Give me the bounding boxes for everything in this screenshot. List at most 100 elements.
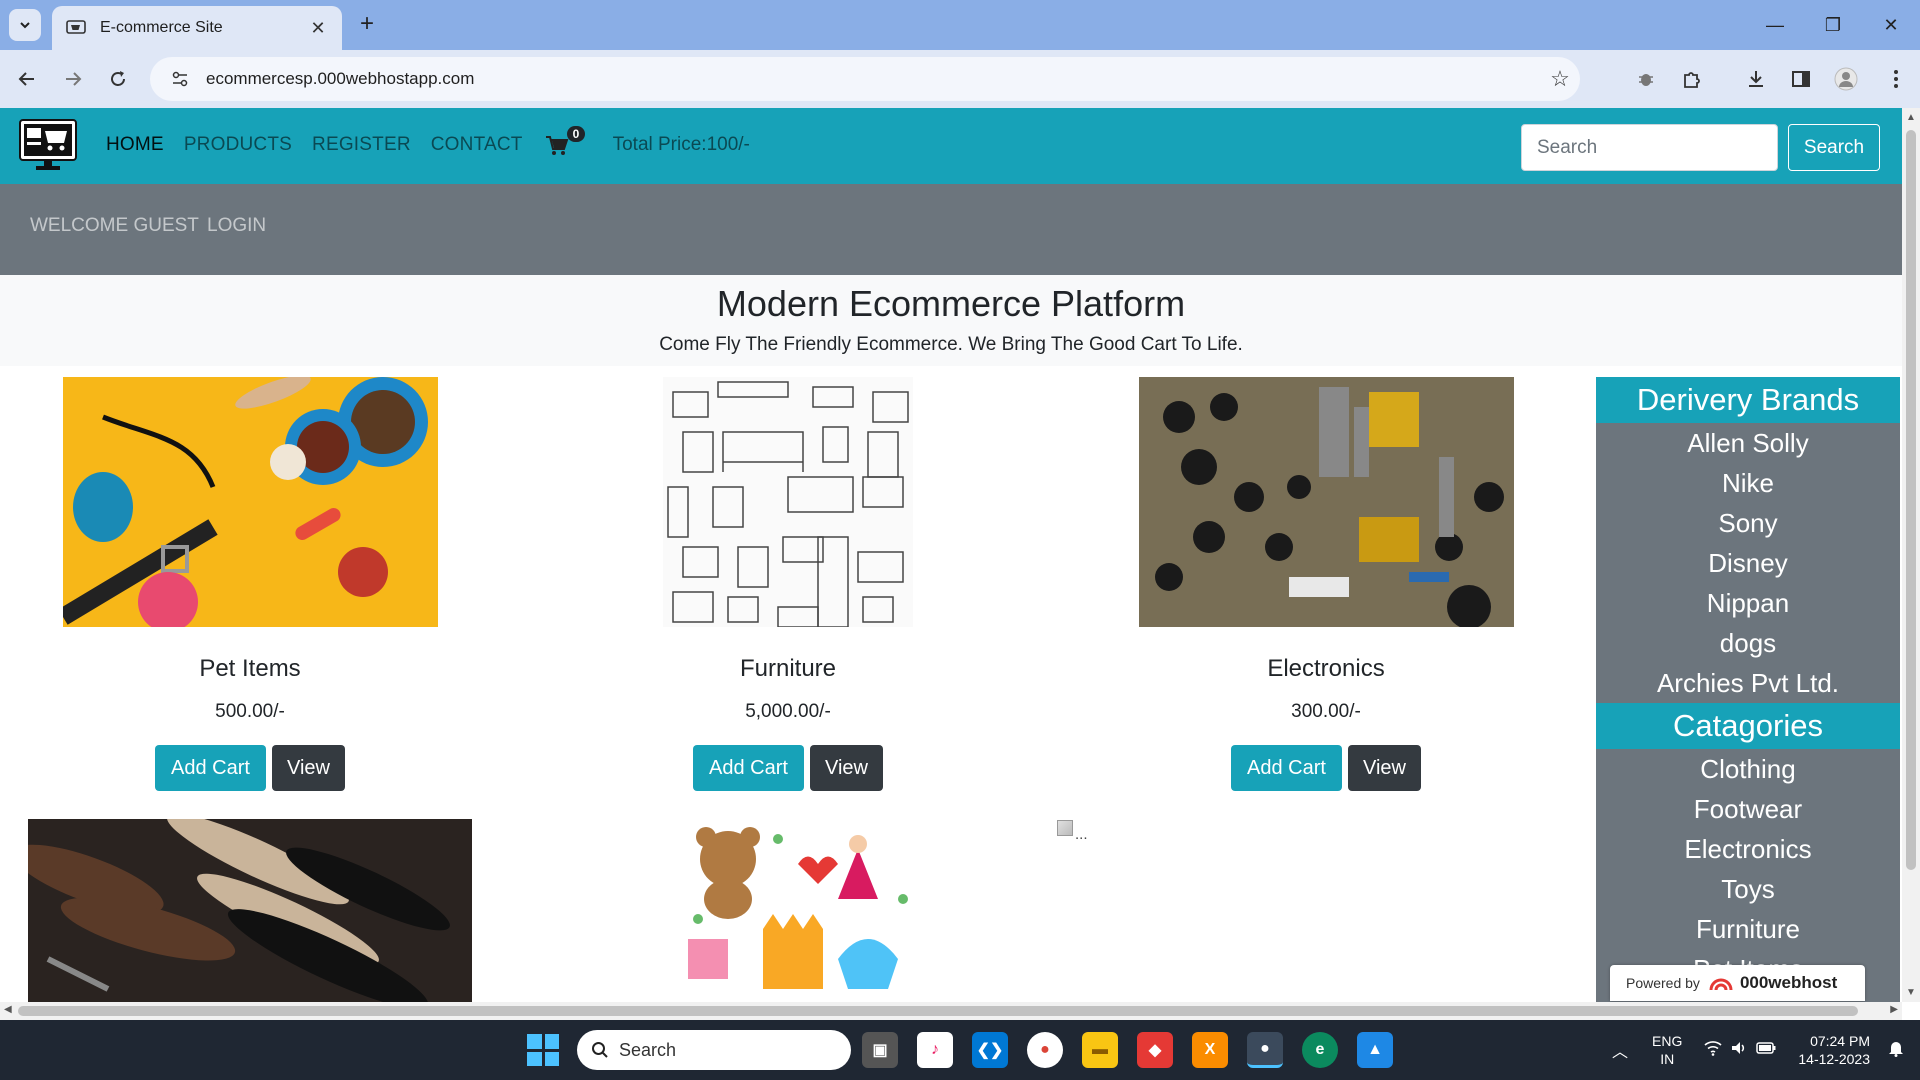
brand-item[interactable]: Nike xyxy=(1596,463,1900,503)
scroll-right-icon[interactable]: ▶ xyxy=(1890,1004,1898,1015)
back-button[interactable] xyxy=(9,61,45,97)
git-app-icon[interactable]: ◆ xyxy=(1137,1032,1173,1068)
volume-icon[interactable] xyxy=(1730,1040,1748,1061)
edge-icon[interactable]: e xyxy=(1302,1032,1338,1068)
brand-item[interactable]: dogs xyxy=(1596,623,1900,663)
cart-count-badge: 0 xyxy=(566,126,586,142)
tab-title: E-commerce Site xyxy=(100,19,223,36)
reload-button[interactable] xyxy=(100,61,136,97)
wifi-icon[interactable] xyxy=(1704,1040,1722,1061)
new-tab-button[interactable]: + xyxy=(352,10,382,40)
xampp-icon[interactable]: X xyxy=(1192,1032,1228,1068)
product-price: 5,000.00/- xyxy=(745,701,831,722)
battery-icon[interactable] xyxy=(1756,1041,1776,1059)
nav-products-link[interactable]: PRODUCTS xyxy=(184,134,292,156)
cart-link[interactable]: 0 xyxy=(545,126,589,158)
brand-item[interactable]: Disney xyxy=(1596,543,1900,583)
scroll-left-icon[interactable]: ◀ xyxy=(4,1004,12,1015)
powered-by-badge[interactable]: Powered by 000webhost xyxy=(1610,965,1865,1001)
clock[interactable]: 07:24 PM 14-12-2023 xyxy=(1798,1032,1870,1068)
search-icon xyxy=(592,1042,608,1058)
bookmark-star-icon[interactable]: ☆ xyxy=(1540,66,1580,92)
nav-home-link[interactable]: HOME xyxy=(106,134,164,156)
page-title: Modern Ecommerce Platform xyxy=(716,283,1186,324)
add-cart-button[interactable]: Add Cart xyxy=(1231,745,1342,791)
address-bar[interactable]: ecommercesp.000webhostapp.com ☆ xyxy=(150,57,1580,101)
nav-register-link[interactable]: REGISTER xyxy=(312,134,411,156)
taskbar-search[interactable]: Search xyxy=(577,1030,851,1070)
login-link[interactable]: LOGIN xyxy=(207,215,266,237)
restore-button[interactable]: ❐ xyxy=(1804,0,1862,50)
brand-item[interactable]: Allen Solly xyxy=(1596,423,1900,463)
product-image-furniture[interactable] xyxy=(663,377,913,627)
view-button[interactable]: View xyxy=(809,745,883,791)
system-tray: ︿ ENG IN 07:24 PM 14-12-2023 xyxy=(1612,1020,1920,1080)
add-cart-button[interactable]: Add Cart xyxy=(155,745,266,791)
hero-banner: Modern Ecommerce Platform Come Fly The F… xyxy=(0,275,1902,366)
category-item[interactable]: Footwear xyxy=(1596,789,1900,829)
brands-heading: Derivery Brands xyxy=(1596,377,1900,423)
brand-item[interactable]: Sony xyxy=(1596,503,1900,543)
nav-contact-link[interactable]: CONTACT xyxy=(431,134,523,156)
browser-toolbar: ecommercesp.000webhostapp.com ☆ xyxy=(0,50,1920,108)
product-image-electronics[interactable] xyxy=(1138,377,1514,627)
task-view-icon[interactable]: ▣ xyxy=(862,1032,898,1068)
url-text: ecommercesp.000webhostapp.com xyxy=(206,69,475,88)
powered-by-brand: 000webhost xyxy=(1739,973,1838,992)
product-image-footwear[interactable] xyxy=(28,819,472,1002)
view-button[interactable]: View xyxy=(1347,745,1421,791)
extensions-puzzle-icon[interactable] xyxy=(1676,63,1708,95)
view-button[interactable]: View xyxy=(271,745,345,791)
tab-close-icon[interactable]: ✕ xyxy=(308,18,328,39)
itunes-icon[interactable]: ♪ xyxy=(917,1032,953,1068)
site-info-icon[interactable] xyxy=(160,70,200,88)
product-name: Pet Items xyxy=(199,655,301,682)
file-explorer-icon[interactable]: ▬ xyxy=(1082,1032,1118,1068)
browser-menu-icon[interactable] xyxy=(1880,63,1912,95)
broken-product-image[interactable]: ... xyxy=(1057,820,1088,843)
notification-bell-icon[interactable] xyxy=(1888,1039,1904,1062)
add-cart-button[interactable]: Add Cart xyxy=(693,745,804,791)
side-panel-icon[interactable] xyxy=(1785,63,1817,95)
taskbar-search-label: Search xyxy=(619,1039,677,1060)
category-item[interactable]: Clothing xyxy=(1596,749,1900,789)
broken-image-alt: ... xyxy=(1075,826,1088,843)
site-logo[interactable] xyxy=(19,119,77,171)
horizontal-scroll-thumb[interactable] xyxy=(18,1006,1858,1016)
category-item[interactable]: Electronics xyxy=(1596,829,1900,869)
sidebar: Derivery Brands Allen Solly Nike Sony Di… xyxy=(1596,377,1900,1002)
tab-search-button[interactable] xyxy=(9,9,41,41)
extension-bug-icon[interactable] xyxy=(1630,63,1662,95)
browser-tab-strip: E-commerce Site ✕ + — ❐ ✕ xyxy=(0,0,1920,50)
tray-chevron-up-icon[interactable]: ︿ xyxy=(1612,1038,1628,1062)
scroll-up-icon[interactable]: ▲ xyxy=(1906,112,1916,123)
horizontal-scrollbar[interactable]: ◀ ▶ xyxy=(0,1002,1902,1020)
minimize-button[interactable]: — xyxy=(1746,0,1804,50)
product-price: 500.00/- xyxy=(215,701,285,722)
vscode-icon[interactable]: ❮❯ xyxy=(972,1032,1008,1068)
browser-tab[interactable]: E-commerce Site ✕ xyxy=(52,6,342,50)
forward-button[interactable] xyxy=(55,61,91,97)
vertical-scrollbar[interactable]: ▲ ▼ xyxy=(1902,108,1920,1002)
close-window-button[interactable]: ✕ xyxy=(1862,0,1920,50)
total-price: Total Price:100/- xyxy=(612,134,750,155)
photos-icon[interactable]: ▲ xyxy=(1357,1032,1393,1068)
category-item[interactable]: Furniture xyxy=(1596,909,1900,949)
language-indicator[interactable]: ENG IN xyxy=(1652,1032,1682,1068)
product-image-pet-items[interactable] xyxy=(62,377,438,627)
download-icon[interactable] xyxy=(1740,63,1772,95)
chrome-active-icon[interactable]: ● xyxy=(1247,1032,1283,1068)
category-item[interactable]: Toys xyxy=(1596,869,1900,909)
product-card: Pet Items 500.00/- Add Cart View xyxy=(50,377,450,791)
search-button[interactable]: Search xyxy=(1788,124,1880,171)
windows-start-icon[interactable] xyxy=(527,1034,559,1066)
vertical-scroll-thumb[interactable] xyxy=(1906,130,1916,870)
chevron-down-icon xyxy=(20,22,30,29)
brand-item[interactable]: Archies Pvt Ltd. xyxy=(1596,663,1900,703)
scroll-down-icon[interactable]: ▼ xyxy=(1906,987,1916,998)
brand-item[interactable]: Nippan xyxy=(1596,583,1900,623)
search-input[interactable] xyxy=(1521,124,1778,171)
chrome-icon[interactable]: ● xyxy=(1027,1032,1063,1068)
product-image-toys[interactable] xyxy=(668,819,914,1002)
profile-avatar-icon[interactable] xyxy=(1830,63,1862,95)
